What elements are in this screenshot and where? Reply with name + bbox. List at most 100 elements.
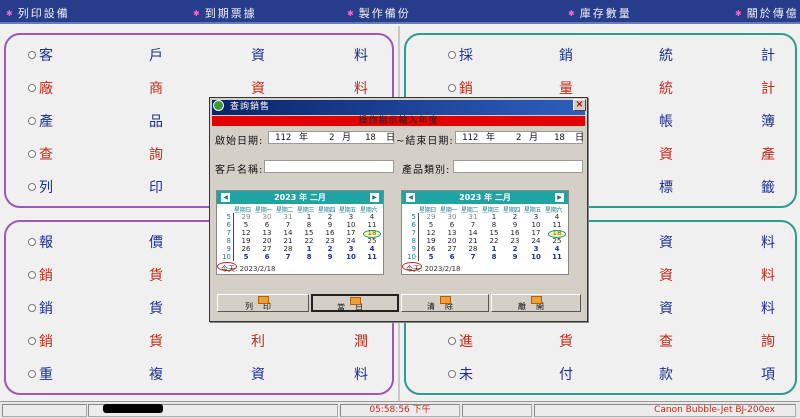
radio-button[interactable] [448,51,456,59]
calendar-day[interactable]: 31 [279,213,297,221]
calendar-day[interactable]: 19 [422,237,440,245]
calendar-day[interactable]: 31 [464,213,482,221]
calendar-day[interactable]: 22 [300,237,318,245]
calendar-day[interactable]: 29 [422,213,440,221]
radio-button[interactable] [448,337,456,345]
calendar-day[interactable]: 4 [363,245,381,253]
calendar-day[interactable]: 14 [464,229,482,237]
radio-button[interactable] [448,84,456,92]
calendar-day[interactable]: 3 [527,213,545,221]
next-month-icon[interactable]: ▶ [555,193,564,202]
menu-due-notes[interactable]: ✱ 到期票據 [193,5,257,21]
calendar-day[interactable]: 29 [237,213,255,221]
calendar-day[interactable]: 5 [422,253,440,261]
clear-button[interactable]: 清除 [401,294,489,312]
calendar-day[interactable]: 21 [464,237,482,245]
calendar-day[interactable]: 1 [485,213,503,221]
calendar-day[interactable]: 17 [342,229,360,237]
radio-button[interactable] [448,370,456,378]
print-button[interactable]: 列印 [217,294,309,312]
calendar-day[interactable]: 6 [258,253,276,261]
calendar-day[interactable]: 1 [300,213,318,221]
calendar-day[interactable]: 12 [237,229,255,237]
menu-row-br-4[interactable]: 未付款項 [0,363,800,387]
calendar-day[interactable]: 20 [443,237,461,245]
next-month-icon[interactable]: ▶ [370,193,379,202]
calendar-day[interactable]: 26 [237,245,255,253]
calendar-day[interactable]: 27 [443,245,461,253]
calendar-day[interactable]: 14 [279,229,297,237]
calendar-day[interactable]: 21 [279,237,297,245]
calendar-day[interactable]: 8 [300,221,318,229]
prev-month-icon[interactable]: ◀ [406,193,415,202]
calendar-day[interactable]: 5 [422,221,440,229]
calendar-day[interactable]: 4 [363,213,381,221]
calendar-day[interactable]: 25 [363,237,381,245]
calendar-day[interactable]: 28 [464,245,482,253]
close-icon[interactable]: × [573,99,586,111]
calendar-day[interactable]: 11 [548,253,566,261]
calendar-day[interactable]: 7 [279,253,297,261]
calendar-day[interactable]: 3 [342,245,360,253]
calendar-day[interactable]: 20 [258,237,276,245]
calendar-day[interactable]: 24 [527,237,545,245]
today-button[interactable]: 當日 [311,294,399,312]
exit-button[interactable]: 離開 [491,294,581,312]
calendar-day[interactable]: 28 [279,245,297,253]
end-calendar[interactable]: 2023 年 二月 ◀ ▶ 星期日 星期一 星期二 星期三 星期四 星期五 星期六 5 6 7 8 9 10 2… [401,190,569,275]
calendar-day[interactable]: 13 [443,229,461,237]
calendar-day[interactable]: 7 [464,253,482,261]
calendar-day[interactable]: 7 [279,221,297,229]
calendar-day[interactable]: 7 [464,221,482,229]
prev-month-icon[interactable]: ◀ [221,193,230,202]
calendar-day[interactable]: 24 [342,237,360,245]
calendar-day[interactable]: 5 [237,221,255,229]
end-date-field[interactable]: 112 年 2月 18 日 [455,131,584,144]
calendar-day[interactable]: 9 [506,253,524,261]
calendar-day[interactable]: 25 [548,237,566,245]
calendar-day[interactable]: 6 [443,221,461,229]
calendar-day[interactable]: 17 [527,229,545,237]
menu-stock[interactable]: ✱ 庫存數量 [568,5,632,21]
calendar-day[interactable]: 26 [422,245,440,253]
calendar-day[interactable]: 10 [527,221,545,229]
calendar-day[interactable]: 8 [485,221,503,229]
calendar-day[interactable]: 2 [506,213,524,221]
calendar-day[interactable]: 23 [506,237,524,245]
customer-name-field[interactable] [264,160,394,173]
menu-about[interactable]: ✱ 關於傳億 [735,5,799,21]
calendar-day[interactable]: 8 [485,253,503,261]
calendar-day[interactable]: 6 [443,253,461,261]
calendar-day[interactable]: 15 [300,229,318,237]
menu-row-br-3[interactable]: 進貨查詢 [0,330,800,354]
calendar-day[interactable]: 8 [300,253,318,261]
calendar-day[interactable]: 2 [506,245,524,253]
menu-row-tr-0[interactable]: 採銷統計 [0,44,800,68]
start-date-field[interactable]: 112 年 2月 18 日 [268,131,395,144]
calendar-day[interactable]: 13 [258,229,276,237]
menu-print-settings[interactable]: ✱ 列印設備 [6,5,70,21]
calendar-day[interactable]: 4 [548,213,566,221]
calendar-day[interactable]: 2 [321,213,339,221]
calendar-day[interactable]: 9 [321,253,339,261]
calendar-day[interactable]: 23 [321,237,339,245]
calendar-day[interactable]: 16 [506,229,524,237]
calendar-day[interactable]: 3 [342,213,360,221]
calendar-day[interactable]: 15 [485,229,503,237]
calendar-day[interactable]: 1 [300,245,318,253]
calendar-day[interactable]: 22 [485,237,503,245]
calendar-day[interactable]: 9 [506,221,524,229]
calendar-day[interactable]: 6 [258,221,276,229]
calendar-day[interactable]: 9 [321,221,339,229]
calendar-day[interactable]: 10 [342,221,360,229]
calendar-day[interactable]: 27 [258,245,276,253]
calendar-day[interactable]: 5 [237,253,255,261]
calendar-day[interactable]: 16 [321,229,339,237]
calendar-day[interactable]: 2 [321,245,339,253]
product-category-field[interactable] [453,160,583,173]
calendar-day[interactable]: 3 [527,245,545,253]
calendar-day[interactable]: 10 [342,253,360,261]
menu-backup[interactable]: ✱ 製作備份 [347,5,411,21]
calendar-day[interactable]: 12 [422,229,440,237]
calendar-day[interactable]: 11 [363,221,381,229]
